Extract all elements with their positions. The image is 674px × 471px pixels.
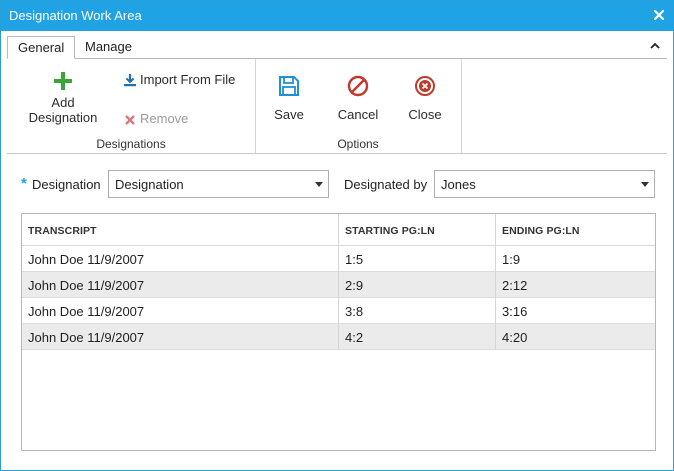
ending-pg-ln-cell: 1:9 bbox=[502, 252, 521, 267]
import-from-file-label: Import From File bbox=[140, 72, 236, 87]
designated-by-label: Designated by bbox=[344, 177, 428, 192]
designation-work-area-window: Designation Work Area General Manage Add… bbox=[0, 0, 674, 471]
designation-select[interactable]: Designation bbox=[108, 170, 329, 198]
add-designation-label-line2: Designation bbox=[28, 110, 98, 125]
designation-select-value: Designation bbox=[115, 177, 184, 192]
transcript-cell: John Doe 11/9/2007 bbox=[28, 252, 145, 267]
designations-grid[interactable]: TRANSCRIPT STARTING PG:LN ENDING PG:LN J… bbox=[21, 213, 656, 451]
remove-x-icon bbox=[125, 115, 135, 125]
group-separator bbox=[461, 59, 462, 153]
save-label: Save bbox=[274, 107, 304, 122]
download-icon bbox=[124, 74, 136, 87]
ending-pg-ln-cell: 2:12 bbox=[502, 278, 528, 293]
dropdown-arrow-icon bbox=[641, 182, 649, 187]
designated-by-select-value: Jones bbox=[441, 177, 476, 192]
close-icon[interactable] bbox=[653, 9, 665, 21]
column-header-starting-pg-ln[interactable]: STARTING PG:LN bbox=[339, 214, 495, 245]
no-entry-icon bbox=[347, 75, 369, 97]
tab-manage[interactable]: Manage bbox=[75, 36, 145, 59]
plus-icon bbox=[54, 72, 72, 90]
designation-label: Designation bbox=[32, 177, 101, 192]
ending-pg-ln-cell: 4:20 bbox=[502, 330, 528, 345]
ribbon: Add Designation Import From File Remove … bbox=[7, 58, 667, 154]
window-title: Designation Work Area bbox=[9, 8, 142, 23]
required-marker: * bbox=[21, 175, 27, 192]
cancel-button[interactable]: Cancel bbox=[331, 75, 385, 122]
starting-pg-ln-cell: 2:9 bbox=[345, 278, 364, 293]
column-separator bbox=[338, 214, 339, 350]
close-circle-icon bbox=[415, 76, 435, 96]
transcript-cell: John Doe 11/9/2007 bbox=[28, 304, 145, 319]
starting-pg-ln-cell: 3:8 bbox=[345, 304, 364, 319]
title-bar[interactable]: Designation Work Area bbox=[1, 1, 673, 31]
save-button[interactable]: Save bbox=[265, 75, 313, 122]
designations-group-label: Designations bbox=[96, 137, 166, 151]
options-group-label: Options bbox=[337, 137, 379, 151]
column-header-transcript[interactable]: TRANSCRIPT bbox=[22, 214, 338, 245]
starting-pg-ln-cell: 4:2 bbox=[345, 330, 364, 345]
remove-label: Remove bbox=[140, 111, 189, 126]
dropdown-arrow-icon bbox=[315, 182, 323, 187]
starting-pg-ln-cell: 1:5 bbox=[345, 252, 364, 267]
tab-general[interactable]: General bbox=[7, 36, 75, 59]
collapse-icon[interactable] bbox=[648, 39, 662, 53]
close-button[interactable]: Close bbox=[403, 75, 447, 122]
transcript-cell: John Doe 11/9/2007 bbox=[28, 330, 145, 345]
group-separator bbox=[255, 59, 256, 153]
column-separator bbox=[495, 214, 496, 350]
ending-pg-ln-cell: 3:16 bbox=[502, 304, 528, 319]
ribbon-bottom-divider bbox=[7, 153, 667, 154]
transcript-cell: John Doe 11/9/2007 bbox=[28, 278, 145, 293]
add-designation-button[interactable]: Add Designation bbox=[21, 71, 105, 125]
cancel-label: Cancel bbox=[337, 107, 379, 122]
remove-button[interactable]: Remove bbox=[123, 110, 193, 128]
column-header-ending-pg-ln[interactable]: ENDING PG:LN bbox=[496, 214, 655, 245]
add-designation-label-line1: Add bbox=[51, 95, 75, 110]
designated-by-select[interactable]: Jones bbox=[434, 170, 655, 198]
close-label: Close bbox=[408, 107, 442, 122]
floppy-disk-icon bbox=[279, 76, 299, 96]
import-from-file-button[interactable]: Import From File bbox=[123, 71, 247, 89]
